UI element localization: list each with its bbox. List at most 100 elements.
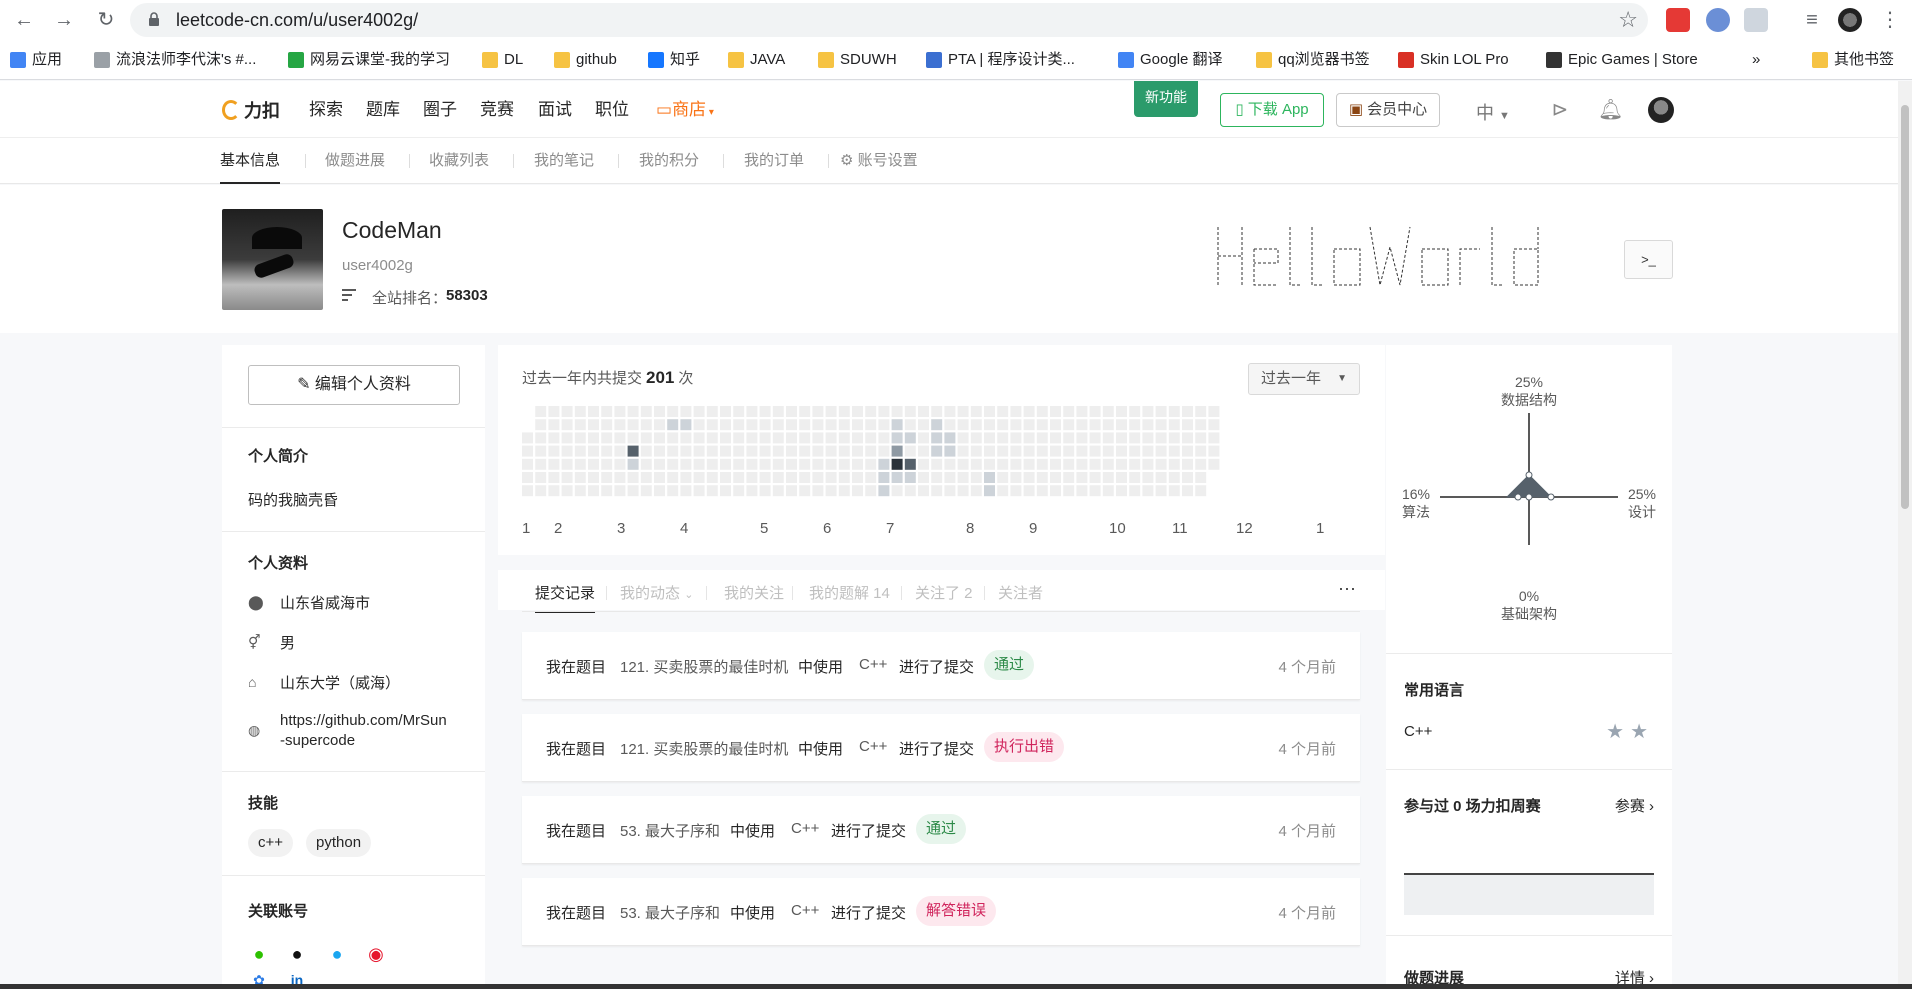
heatmap-cell[interactable] [706, 445, 718, 457]
playground-icon[interactable]: ⊳ [1548, 99, 1572, 121]
bookmark-item[interactable]: github [554, 40, 617, 80]
heatmap-cell[interactable] [1182, 419, 1193, 431]
download-app-button[interactable]: ▯ 下载 App [1220, 93, 1324, 127]
heatmap-cell[interactable] [759, 406, 771, 417]
heatmap-cell[interactable] [522, 432, 533, 444]
heatmap-cell[interactable] [878, 485, 890, 497]
heatmap-cell[interactable] [654, 485, 665, 497]
heatmap-cell[interactable] [799, 472, 811, 483]
heatmap-cell[interactable] [614, 432, 626, 444]
heatmap-cell[interactable] [944, 458, 956, 470]
heatmap-cell[interactable] [878, 419, 890, 431]
bookmark-item[interactable]: JAVA [728, 40, 785, 80]
heatmap-cell[interactable] [1116, 458, 1127, 470]
heatmap-cell[interactable] [918, 445, 929, 457]
heatmap-cell[interactable] [640, 485, 652, 497]
heatmap-cell[interactable] [1076, 445, 1088, 457]
heatmap-cell[interactable] [561, 419, 573, 431]
heatmap-cell[interactable] [561, 472, 573, 483]
heatmap-cell[interactable] [1142, 458, 1154, 470]
heatmap-cell[interactable] [548, 458, 560, 470]
heatmap-cell[interactable] [1129, 458, 1141, 470]
address-bar[interactable]: leetcode-cn.com/u/user4002g/ ☆ [130, 3, 1648, 37]
heatmap-cell[interactable] [891, 485, 903, 497]
heatmap-cell[interactable] [746, 445, 758, 457]
heatmap-cell[interactable] [693, 419, 705, 431]
heatmap-cell[interactable] [970, 472, 982, 483]
heatmap-cell[interactable] [970, 432, 982, 444]
heatmap-cell[interactable] [825, 458, 837, 470]
heatmap-cell[interactable] [522, 458, 533, 470]
heatmap-cell[interactable] [614, 485, 626, 497]
heatmap-cell[interactable] [522, 472, 533, 483]
heatmap-cell[interactable] [574, 432, 586, 444]
heatmap-cell[interactable] [759, 472, 771, 483]
heatmap-cell[interactable] [1023, 485, 1035, 497]
bookmark-item[interactable]: Epic Games | Store [1546, 40, 1698, 80]
heatmap-cell[interactable] [706, 485, 718, 497]
extension-icon[interactable] [1666, 8, 1690, 32]
problem-link[interactable]: 53. 最大子序和 [620, 902, 720, 923]
heatmap-cell[interactable] [654, 458, 665, 470]
heatmap-cell[interactable] [852, 445, 863, 457]
weibo-icon[interactable]: ◉ [365, 943, 387, 965]
heatmap-cell[interactable] [535, 406, 547, 417]
heatmap-cell[interactable] [1168, 458, 1180, 470]
join-contest-link[interactable]: 参赛 › [1615, 795, 1654, 816]
heatmap-cell[interactable] [746, 458, 758, 470]
subnav-favorites[interactable]: 收藏列表 [429, 138, 489, 184]
heatmap-cell[interactable] [786, 419, 797, 431]
heatmap-cell[interactable] [706, 472, 718, 483]
heatmap-cell[interactable] [772, 406, 784, 417]
heatmap-cell[interactable] [957, 432, 969, 444]
heatmap-cell[interactable] [561, 445, 573, 457]
qq-icon[interactable]: ● [326, 943, 348, 965]
heatmap-cell[interactable] [680, 472, 692, 483]
heatmap-cell[interactable] [601, 472, 613, 483]
heatmap-cell[interactable] [667, 445, 679, 457]
heatmap-cell[interactable] [1089, 458, 1101, 470]
heatmap-cell[interactable] [1036, 485, 1048, 497]
heatmap-cell[interactable] [970, 458, 982, 470]
profile-avatar[interactable] [222, 209, 323, 310]
reload-icon[interactable]: ↻ [94, 8, 118, 32]
subnav-progress[interactable]: 做题进展 [325, 138, 385, 184]
heatmap-cell[interactable] [601, 485, 613, 497]
heatmap-cell[interactable] [997, 458, 1009, 470]
heatmap-cell[interactable] [1142, 419, 1154, 431]
heatmap-cell[interactable] [891, 406, 903, 417]
heatmap-cell[interactable] [640, 445, 652, 457]
heatmap-cell[interactable] [680, 406, 692, 417]
heatmap-cell[interactable] [1195, 472, 1207, 483]
heatmap-cell[interactable] [904, 432, 916, 444]
heatmap-cell[interactable] [852, 458, 863, 470]
heatmap-cell[interactable] [1208, 445, 1220, 457]
heatmap-cell[interactable] [1129, 472, 1141, 483]
heatmap-cell[interactable] [614, 419, 626, 431]
heatmap-cell[interactable] [548, 419, 560, 431]
heatmap-cell[interactable] [1063, 485, 1075, 497]
heatmap-cell[interactable] [891, 458, 903, 470]
heatmap-cell[interactable] [733, 472, 745, 483]
nav-contest[interactable]: 竞赛 [480, 81, 514, 138]
heatmap-cell[interactable] [1195, 406, 1207, 417]
heatmap-cell[interactable] [640, 458, 652, 470]
heatmap-cell[interactable] [944, 445, 956, 457]
heatmap-cell[interactable] [1116, 432, 1127, 444]
heatmap-cell[interactable] [838, 406, 850, 417]
heatmap-cell[interactable] [931, 445, 943, 457]
bookmark-item[interactable]: Google 翻译 [1118, 40, 1223, 80]
heatmap-cell[interactable] [1010, 445, 1022, 457]
heatmap-cell[interactable] [1195, 432, 1207, 444]
heatmap-cell[interactable] [548, 445, 560, 457]
heatmap-cell[interactable] [852, 406, 863, 417]
heatmap-cell[interactable] [970, 485, 982, 497]
heatmap-cell[interactable] [799, 445, 811, 457]
nav-explore[interactable]: 探索 [309, 81, 343, 138]
heatmap-cell[interactable] [878, 458, 890, 470]
heatmap-cell[interactable] [812, 432, 824, 444]
heatmap-cell[interactable] [640, 419, 652, 431]
heatmap-cell[interactable] [1102, 419, 1114, 431]
website-link[interactable]: https://github.com/MrSun [280, 712, 447, 729]
heatmap-cell[interactable] [1050, 432, 1061, 444]
